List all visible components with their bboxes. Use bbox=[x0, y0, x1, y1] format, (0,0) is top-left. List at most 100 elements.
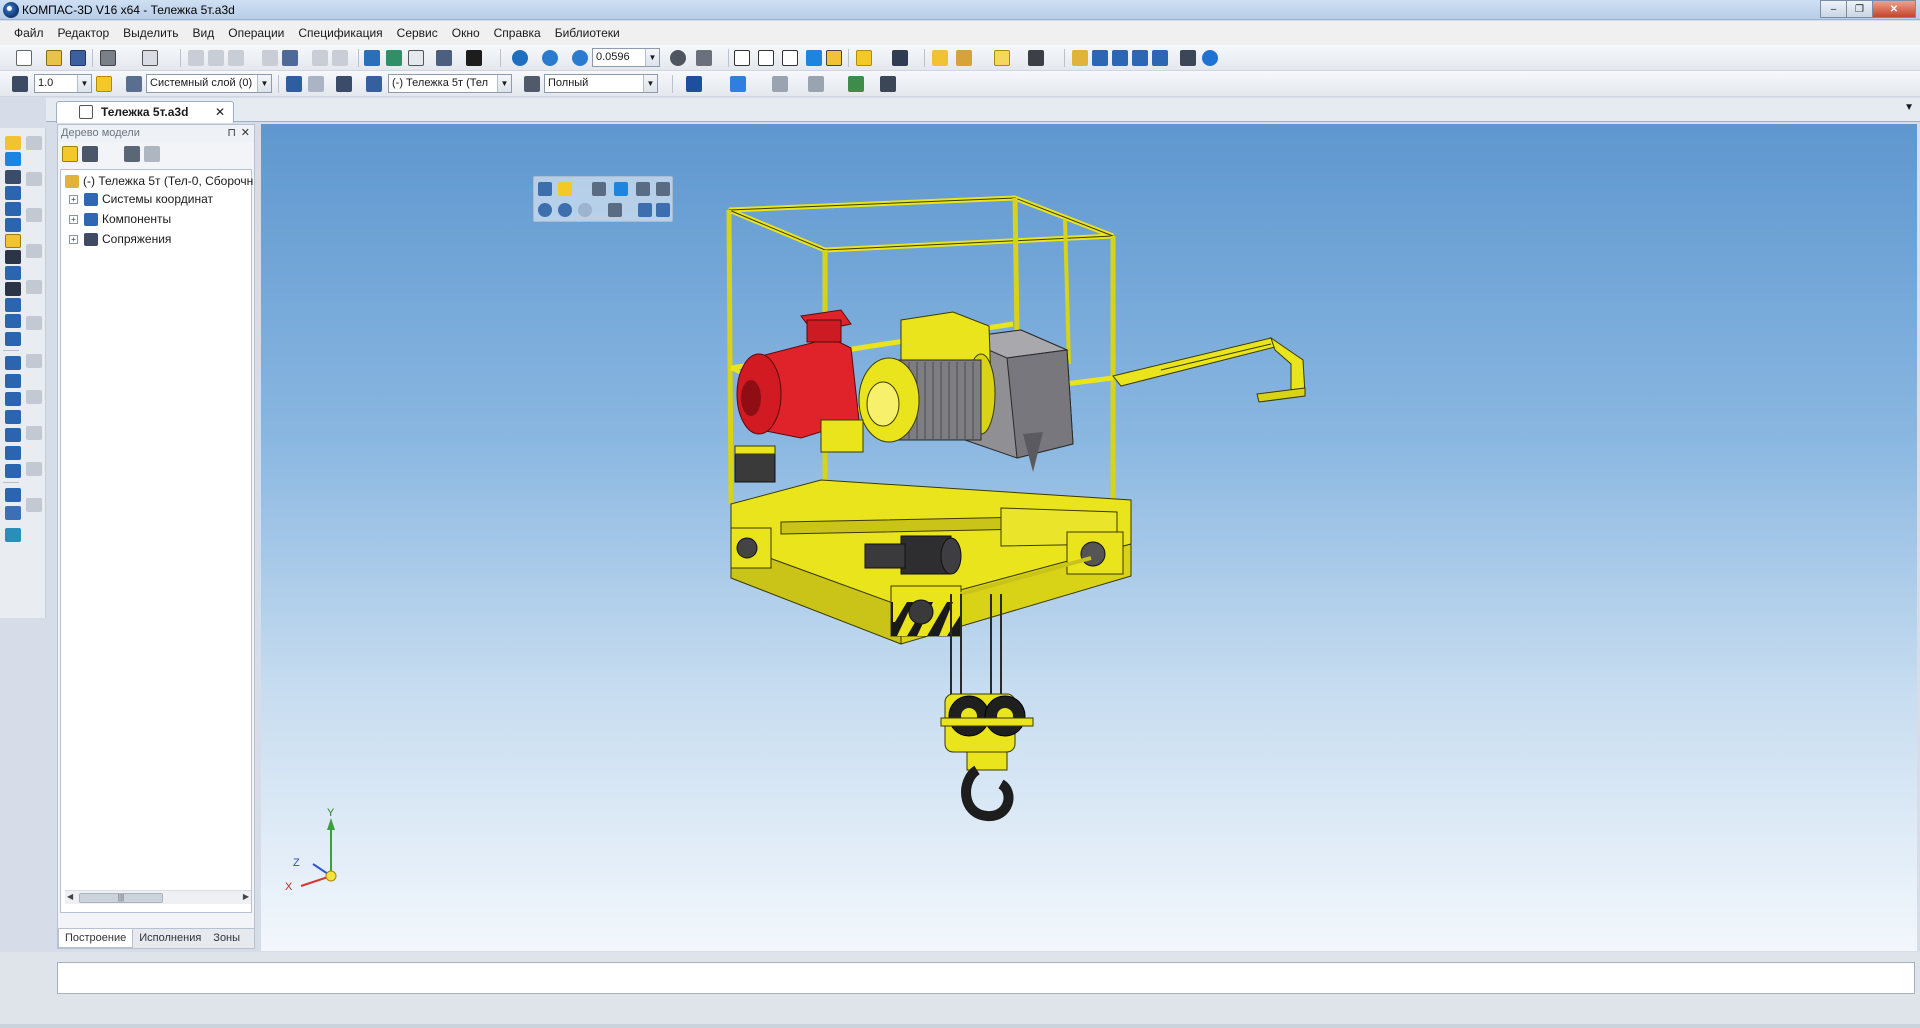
select-filter-icon[interactable] bbox=[856, 50, 872, 66]
library-parts-icon[interactable] bbox=[5, 528, 21, 542]
save-icon[interactable] bbox=[70, 50, 86, 66]
thin-lines-icon[interactable] bbox=[782, 50, 798, 66]
copy-icon[interactable] bbox=[208, 50, 224, 66]
minimize-button[interactable]: – bbox=[1820, 0, 1847, 18]
plane-icon[interactable] bbox=[308, 76, 324, 92]
tab-zones[interactable]: Зоны bbox=[207, 929, 246, 948]
crane-trolley-model[interactable]: Y X Z bbox=[261, 124, 1917, 951]
spec-icon[interactable] bbox=[5, 488, 21, 502]
menu-libraries[interactable]: Библиотеки bbox=[555, 26, 620, 40]
menu-editor[interactable]: Редактор bbox=[58, 26, 110, 40]
axis-icon[interactable] bbox=[5, 446, 21, 460]
line-icon[interactable] bbox=[5, 250, 21, 264]
settings-icon[interactable] bbox=[1180, 50, 1196, 66]
assembly-icon[interactable] bbox=[5, 136, 21, 150]
extrude-icon[interactable] bbox=[5, 186, 21, 200]
snap-step-icon[interactable] bbox=[12, 76, 28, 92]
tools-icon[interactable] bbox=[1152, 50, 1168, 66]
gray-tool-1-icon[interactable] bbox=[26, 136, 42, 150]
report-icon[interactable] bbox=[848, 76, 864, 92]
library-icon[interactable] bbox=[386, 50, 402, 66]
folder-tree-icon[interactable] bbox=[1072, 50, 1088, 66]
plane-offset-icon[interactable] bbox=[5, 356, 21, 370]
chevron-down-icon[interactable]: ▼ bbox=[645, 49, 659, 66]
tree-filter-icon[interactable] bbox=[124, 146, 140, 162]
section-icon[interactable] bbox=[994, 50, 1010, 66]
menu-help[interactable]: Справка bbox=[494, 26, 541, 40]
filter-icon[interactable] bbox=[808, 76, 824, 92]
close-button[interactable]: ✕ bbox=[1872, 0, 1916, 18]
edit-component-icon[interactable] bbox=[956, 50, 972, 66]
gray-tool-2-icon[interactable] bbox=[26, 172, 42, 186]
standard-parts-icon[interactable] bbox=[5, 506, 21, 520]
zoom-icon[interactable] bbox=[542, 50, 558, 66]
display-mode-field[interactable]: Полный ▼ bbox=[544, 74, 658, 93]
gray-tool-10-icon[interactable] bbox=[26, 462, 42, 476]
tab-build[interactable]: Построение bbox=[58, 929, 134, 948]
tab-versions[interactable]: Исполнения bbox=[133, 929, 207, 948]
zoom-window-icon[interactable] bbox=[512, 50, 528, 66]
horizontal-scrollbar[interactable]: ◀ ||| ▶ bbox=[65, 890, 251, 904]
menu-specification[interactable]: Спецификация bbox=[298, 26, 382, 40]
display-config-icon[interactable] bbox=[524, 76, 540, 92]
scroll-left-icon[interactable]: ◀ bbox=[67, 892, 73, 901]
rotate-part-icon[interactable] bbox=[5, 332, 21, 346]
properties-icon[interactable] bbox=[262, 50, 278, 66]
point-icon[interactable] bbox=[5, 464, 21, 478]
tree-props-icon[interactable] bbox=[144, 146, 160, 162]
gray-tool-3-icon[interactable] bbox=[26, 208, 42, 222]
layer-field[interactable]: Системный слой (0) ▼ bbox=[146, 74, 272, 93]
close-tab-icon[interactable]: ✕ bbox=[215, 105, 225, 119]
sheet-icon[interactable] bbox=[5, 298, 21, 312]
component-field[interactable]: (-) Тележка 5т (Тел ▼ bbox=[388, 74, 512, 93]
gray-tool-5-icon[interactable] bbox=[26, 280, 42, 294]
paste-icon[interactable] bbox=[228, 50, 244, 66]
new-file-icon[interactable] bbox=[16, 50, 32, 66]
appearance-icon[interactable] bbox=[686, 76, 702, 92]
color-icon[interactable] bbox=[730, 76, 746, 92]
hierarchy-icon[interactable] bbox=[1112, 50, 1128, 66]
restore-button[interactable]: ❐ bbox=[1846, 0, 1873, 18]
menu-view[interactable]: Вид bbox=[193, 26, 215, 40]
component-icon[interactable] bbox=[932, 50, 948, 66]
chevron-down-icon[interactable]: ▼ bbox=[497, 75, 511, 92]
open-icon[interactable] bbox=[46, 50, 62, 66]
layers-manager-icon[interactable] bbox=[772, 76, 788, 92]
welding-icon[interactable] bbox=[5, 314, 21, 328]
close-panel-icon[interactable]: ✕ bbox=[241, 126, 250, 139]
local-cs-icon[interactable] bbox=[286, 76, 302, 92]
gray-tool-8-icon[interactable] bbox=[26, 390, 42, 404]
gray-tool-4-icon[interactable] bbox=[26, 244, 42, 258]
help-icon[interactable] bbox=[1202, 50, 1218, 66]
scrollbar-thumb[interactable]: ||| bbox=[79, 893, 163, 903]
chevron-down-icon[interactable]: ▼ bbox=[257, 75, 271, 92]
expand-icon[interactable]: + bbox=[69, 194, 78, 204]
preview-icon[interactable] bbox=[142, 50, 158, 66]
3d-viewport[interactable]: Y X Z bbox=[261, 124, 1917, 951]
sketch-icon[interactable] bbox=[336, 76, 352, 92]
menu-select[interactable]: Выделить bbox=[123, 26, 178, 40]
menu-operations[interactable]: Операции bbox=[228, 26, 284, 40]
command-line[interactable] bbox=[57, 962, 1915, 994]
ortho-icon[interactable] bbox=[96, 76, 112, 92]
undo-icon[interactable] bbox=[312, 50, 328, 66]
shaded-edges-icon[interactable] bbox=[826, 50, 842, 66]
gray-tool-7-icon[interactable] bbox=[26, 354, 42, 368]
zoom-in-icon[interactable] bbox=[572, 50, 588, 66]
spline-icon[interactable] bbox=[5, 170, 21, 184]
plane-angle-icon[interactable] bbox=[5, 374, 21, 388]
tree-item-mates[interactable]: + Сопряжения bbox=[69, 230, 171, 248]
tree-item-coordinate-systems[interactable]: + Системы координат bbox=[69, 190, 213, 208]
mate-icon[interactable] bbox=[5, 218, 21, 232]
structure-icon[interactable] bbox=[1132, 50, 1148, 66]
component-edit-icon[interactable] bbox=[366, 76, 382, 92]
print-icon[interactable] bbox=[100, 50, 116, 66]
text-icon[interactable] bbox=[880, 76, 896, 92]
text-style-icon[interactable] bbox=[1092, 50, 1108, 66]
expand-icon[interactable]: + bbox=[69, 214, 78, 224]
expand-icon[interactable]: + bbox=[69, 234, 78, 244]
redo-icon[interactable] bbox=[332, 50, 348, 66]
tree-structure-icon[interactable] bbox=[62, 146, 78, 162]
menu-window[interactable]: Окно bbox=[452, 26, 480, 40]
layer-icon[interactable] bbox=[126, 76, 142, 92]
